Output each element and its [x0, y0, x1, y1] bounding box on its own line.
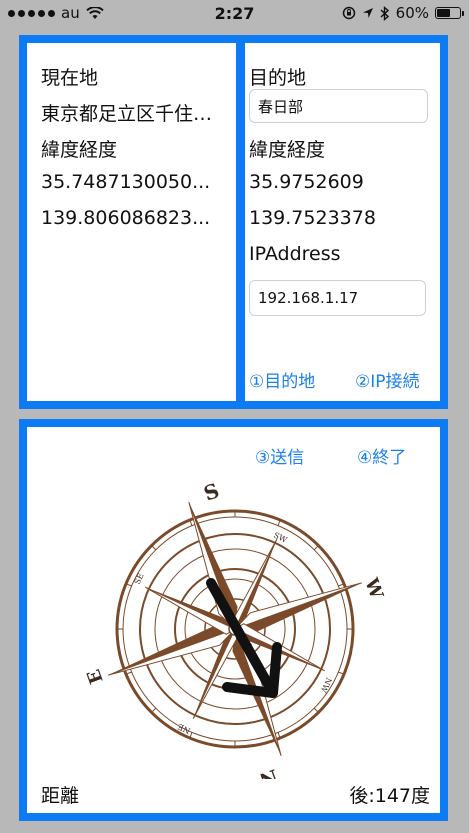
ip-connect-button[interactable]: ②IP接続: [355, 367, 420, 392]
battery-level: [437, 9, 450, 17]
end-button[interactable]: ④終了: [357, 443, 406, 468]
current-coords-label: 緯度経度: [41, 139, 118, 161]
current-latitude: 35.7487130050...: [41, 171, 211, 193]
destination-input[interactable]: 春日部: [249, 89, 428, 123]
current-longitude: 139.806086823...: [41, 207, 211, 229]
destination-coords-label: 緯度経度: [249, 139, 326, 161]
current-location-title: 現在地: [41, 67, 99, 89]
destination-longitude: 139.7523378: [249, 207, 376, 229]
direction-readout: 後:147度: [349, 785, 430, 807]
location-panel: 現在地 東京都足立区千住… 緯度経度 35.7487130050... 139.…: [19, 35, 448, 409]
status-bar: au 2:27 60%: [0, 0, 469, 28]
status-right: 60%: [342, 4, 464, 22]
panel-divider: [236, 43, 245, 401]
current-address: 東京都足立区千住…: [41, 103, 213, 125]
ip-address-label: IPAddress: [249, 243, 341, 265]
destination-latitude: 35.9752609: [249, 171, 364, 193]
battery-percent: 60%: [395, 4, 429, 22]
direction-arrow-icon: [206, 578, 282, 698]
compass-rose: S N E W SW SE NW NE: [85, 479, 385, 783]
send-button[interactable]: ③送信: [255, 443, 304, 468]
location-arrow-icon: [362, 8, 373, 18]
bluetooth-icon: [380, 5, 389, 21]
battery-icon: [435, 7, 464, 19]
destination-button[interactable]: ①目的地: [249, 367, 315, 392]
destination-title: 目的地: [249, 67, 307, 89]
distance-label: 距離: [41, 785, 80, 807]
ip-address-input[interactable]: 192.168.1.17: [249, 280, 426, 316]
orientation-lock-icon: [342, 6, 355, 20]
compass-panel: ③送信 ④終了 S N E W SW SE NW NE 距離 後:147度: [19, 419, 448, 821]
